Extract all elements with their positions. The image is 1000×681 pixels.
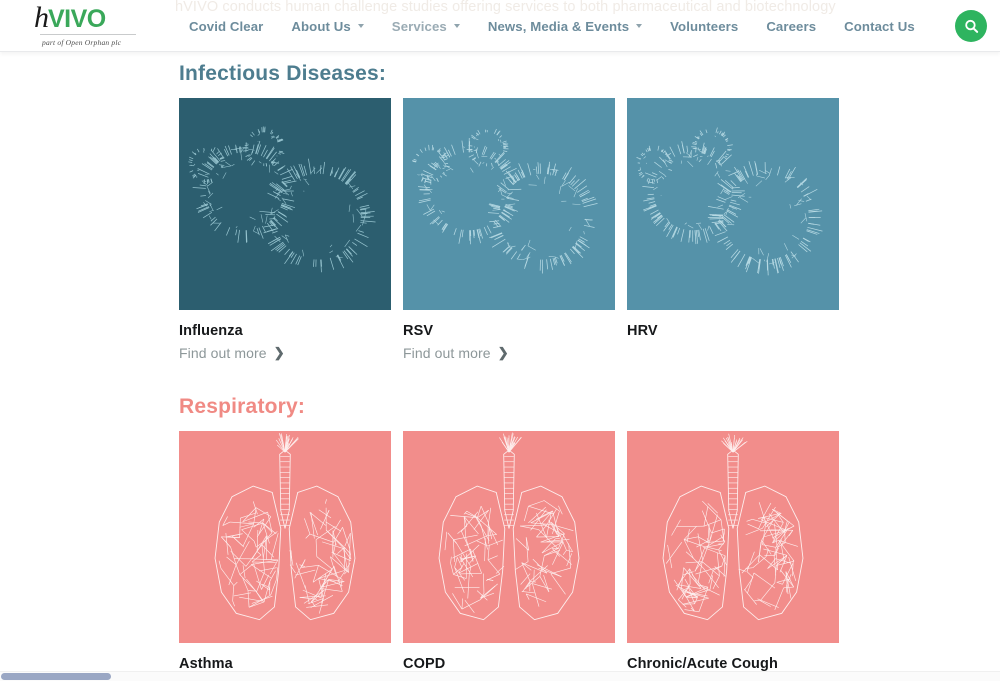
page-content: Infectious Diseases: Influenza Find out m… [0, 52, 1000, 681]
lungs-illustration [438, 432, 580, 621]
section-heading-respiratory: Respiratory: [179, 395, 306, 418]
card-title: Chronic/Acute Cough [627, 656, 778, 672]
virus-particle-illustration [412, 128, 598, 274]
chevron-down-icon[interactable] [636, 24, 643, 28]
nav-item-label: Covid Clear [189, 18, 264, 34]
card-influenza: Influenza Find out more ❯ [179, 98, 391, 361]
site-logo[interactable]: h VIVO part of Open Orphan plc [34, 1, 154, 49]
nav-item-covid-clear[interactable]: Covid Clear [175, 19, 277, 34]
logo-vivo-text: VIVO [48, 5, 106, 33]
nav-item-label: Contact Us [844, 18, 915, 34]
search-icon [964, 19, 978, 33]
card-title: Influenza [179, 323, 243, 339]
search-button[interactable] [955, 10, 987, 42]
nav-item-about-us[interactable]: About Us [277, 19, 377, 34]
logo-mark: h VIVO [34, 1, 154, 34]
card-image[interactable] [627, 98, 839, 310]
nav-item-careers[interactable]: Careers [752, 19, 830, 34]
nav-item-news-media-events[interactable]: News, Media & Events [474, 19, 656, 34]
site-header: hVIVO conducts human challenge studies o… [0, 0, 1000, 52]
horizontal-scrollbar-thumb[interactable] [1, 673, 111, 680]
section-heading-infectious-diseases: Infectious Diseases: [179, 62, 387, 85]
find-out-more-link[interactable]: Find out more ❯ [403, 345, 615, 361]
main-navigation: Covid Clear About Us Services News, Media &… [175, 0, 929, 52]
card-rsv: RSV Find out more ❯ [403, 98, 615, 361]
nav-item-services[interactable]: Services [378, 19, 474, 34]
nav-item-label: Services [391, 18, 447, 34]
find-out-more-label: Find out more [403, 345, 491, 361]
card-asthma: Asthma [179, 431, 391, 672]
lungs-illustration [662, 433, 804, 621]
horizontal-scrollbar-track[interactable] [0, 671, 1000, 681]
card-title: Asthma [179, 656, 233, 672]
nav-item-label: About Us [291, 18, 351, 34]
find-out-more-label: Find out more [179, 345, 267, 361]
card-image[interactable] [403, 431, 615, 643]
card-chronic-acute-cough: Chronic/Acute Cough [627, 431, 839, 672]
card-image[interactable] [179, 431, 391, 643]
card-image[interactable] [627, 431, 839, 643]
nav-item-contact-us[interactable]: Contact Us [830, 19, 929, 34]
chevron-down-icon[interactable] [453, 24, 460, 28]
logo-h-letter: h [34, 1, 49, 34]
card-title: HRV [627, 323, 658, 339]
find-out-more-link[interactable]: Find out more ❯ [179, 345, 391, 361]
virus-particle-illustration [636, 127, 823, 276]
card-hrv: HRV [627, 98, 839, 339]
card-title: COPD [403, 656, 446, 672]
virus-particle-illustration [188, 126, 376, 273]
nav-item-volunteers[interactable]: Volunteers [656, 19, 752, 34]
card-copd: COPD [403, 431, 615, 672]
card-image[interactable] [179, 98, 391, 310]
card-title: RSV [403, 323, 434, 339]
logo-divider [40, 34, 136, 35]
nav-item-label: Volunteers [670, 18, 739, 34]
card-image[interactable] [403, 98, 615, 310]
chevron-right-icon: ❯ [497, 345, 509, 360]
nav-item-label: Careers [766, 18, 817, 34]
chevron-right-icon: ❯ [273, 345, 285, 360]
logo-tagline: part of Open Orphan plc [42, 38, 122, 47]
chevron-down-icon[interactable] [357, 24, 364, 28]
lungs-illustration [214, 432, 356, 621]
nav-item-label: News, Media & Events [487, 18, 630, 34]
